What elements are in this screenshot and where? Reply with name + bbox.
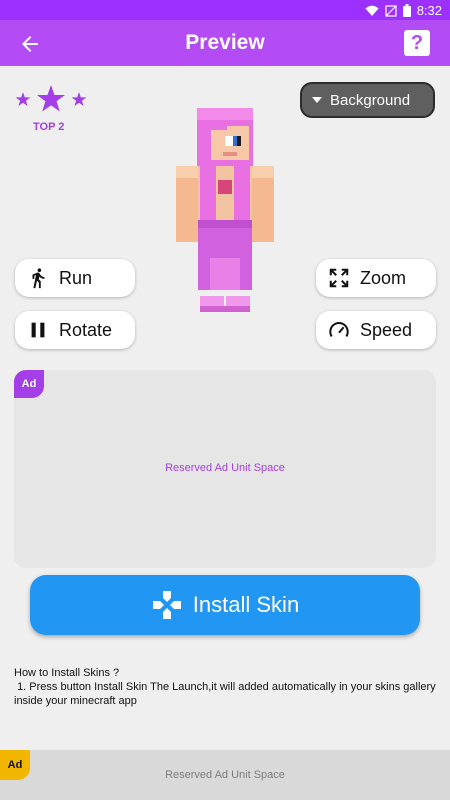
skin-preview[interactable] [170, 108, 280, 316]
rank-label: TOP 2 [33, 121, 65, 133]
speedometer-icon [328, 319, 350, 341]
battery-icon [402, 4, 411, 17]
wifi-icon [365, 5, 379, 16]
instructions-title: How to Install Skins ? [14, 667, 120, 679]
speed-button[interactable]: Speed [316, 311, 436, 349]
install-skin-label: Install Skin [192, 592, 300, 617]
rotate-button[interactable]: Rotate [15, 311, 135, 349]
background-label: Background [330, 91, 411, 109]
zoom-label: Zoom [360, 267, 407, 288]
zoom-button[interactable]: Zoom [316, 259, 436, 297]
speed-label: Speed [360, 319, 413, 340]
rank-stars [15, 85, 87, 112]
app-bar: Preview ? [0, 20, 450, 66]
ad-placeholder-text: Reserved Ad Unit Space [165, 462, 285, 474]
status-bar: 8:32 [0, 0, 450, 20]
no-signal-icon [385, 4, 397, 17]
background-button[interactable]: Background [300, 82, 435, 118]
star-icon [37, 85, 65, 112]
install-instructions: How to Install Skins ? 1. Press button I… [14, 666, 439, 708]
gamepad-icon [152, 591, 181, 619]
dropdown-arrow-icon [312, 97, 322, 103]
status-time: 8:32 [416, 3, 442, 18]
ad-badge: Ad [14, 370, 44, 398]
instructions-step-1: 1. Press button Install Skin The Launch,… [14, 681, 439, 707]
bottom-ad-banner[interactable]: Ad Reserved Ad Unit Space [0, 750, 450, 800]
help-button[interactable]: ? [404, 30, 430, 56]
ad-unit[interactable]: Ad Reserved Ad Unit Space [14, 370, 436, 568]
star-icon [15, 92, 31, 106]
pause-icon [27, 319, 49, 341]
star-icon [71, 92, 87, 106]
bottom-ad-text: Reserved Ad Unit Space [165, 769, 285, 781]
page-title: Preview [185, 31, 265, 54]
run-label: Run [59, 267, 93, 288]
fullscreen-icon [328, 267, 350, 289]
rotate-label: Rotate [59, 319, 113, 340]
run-icon [27, 267, 49, 289]
run-button[interactable]: Run [15, 259, 135, 297]
install-skin-button[interactable]: Install Skin [30, 575, 420, 635]
